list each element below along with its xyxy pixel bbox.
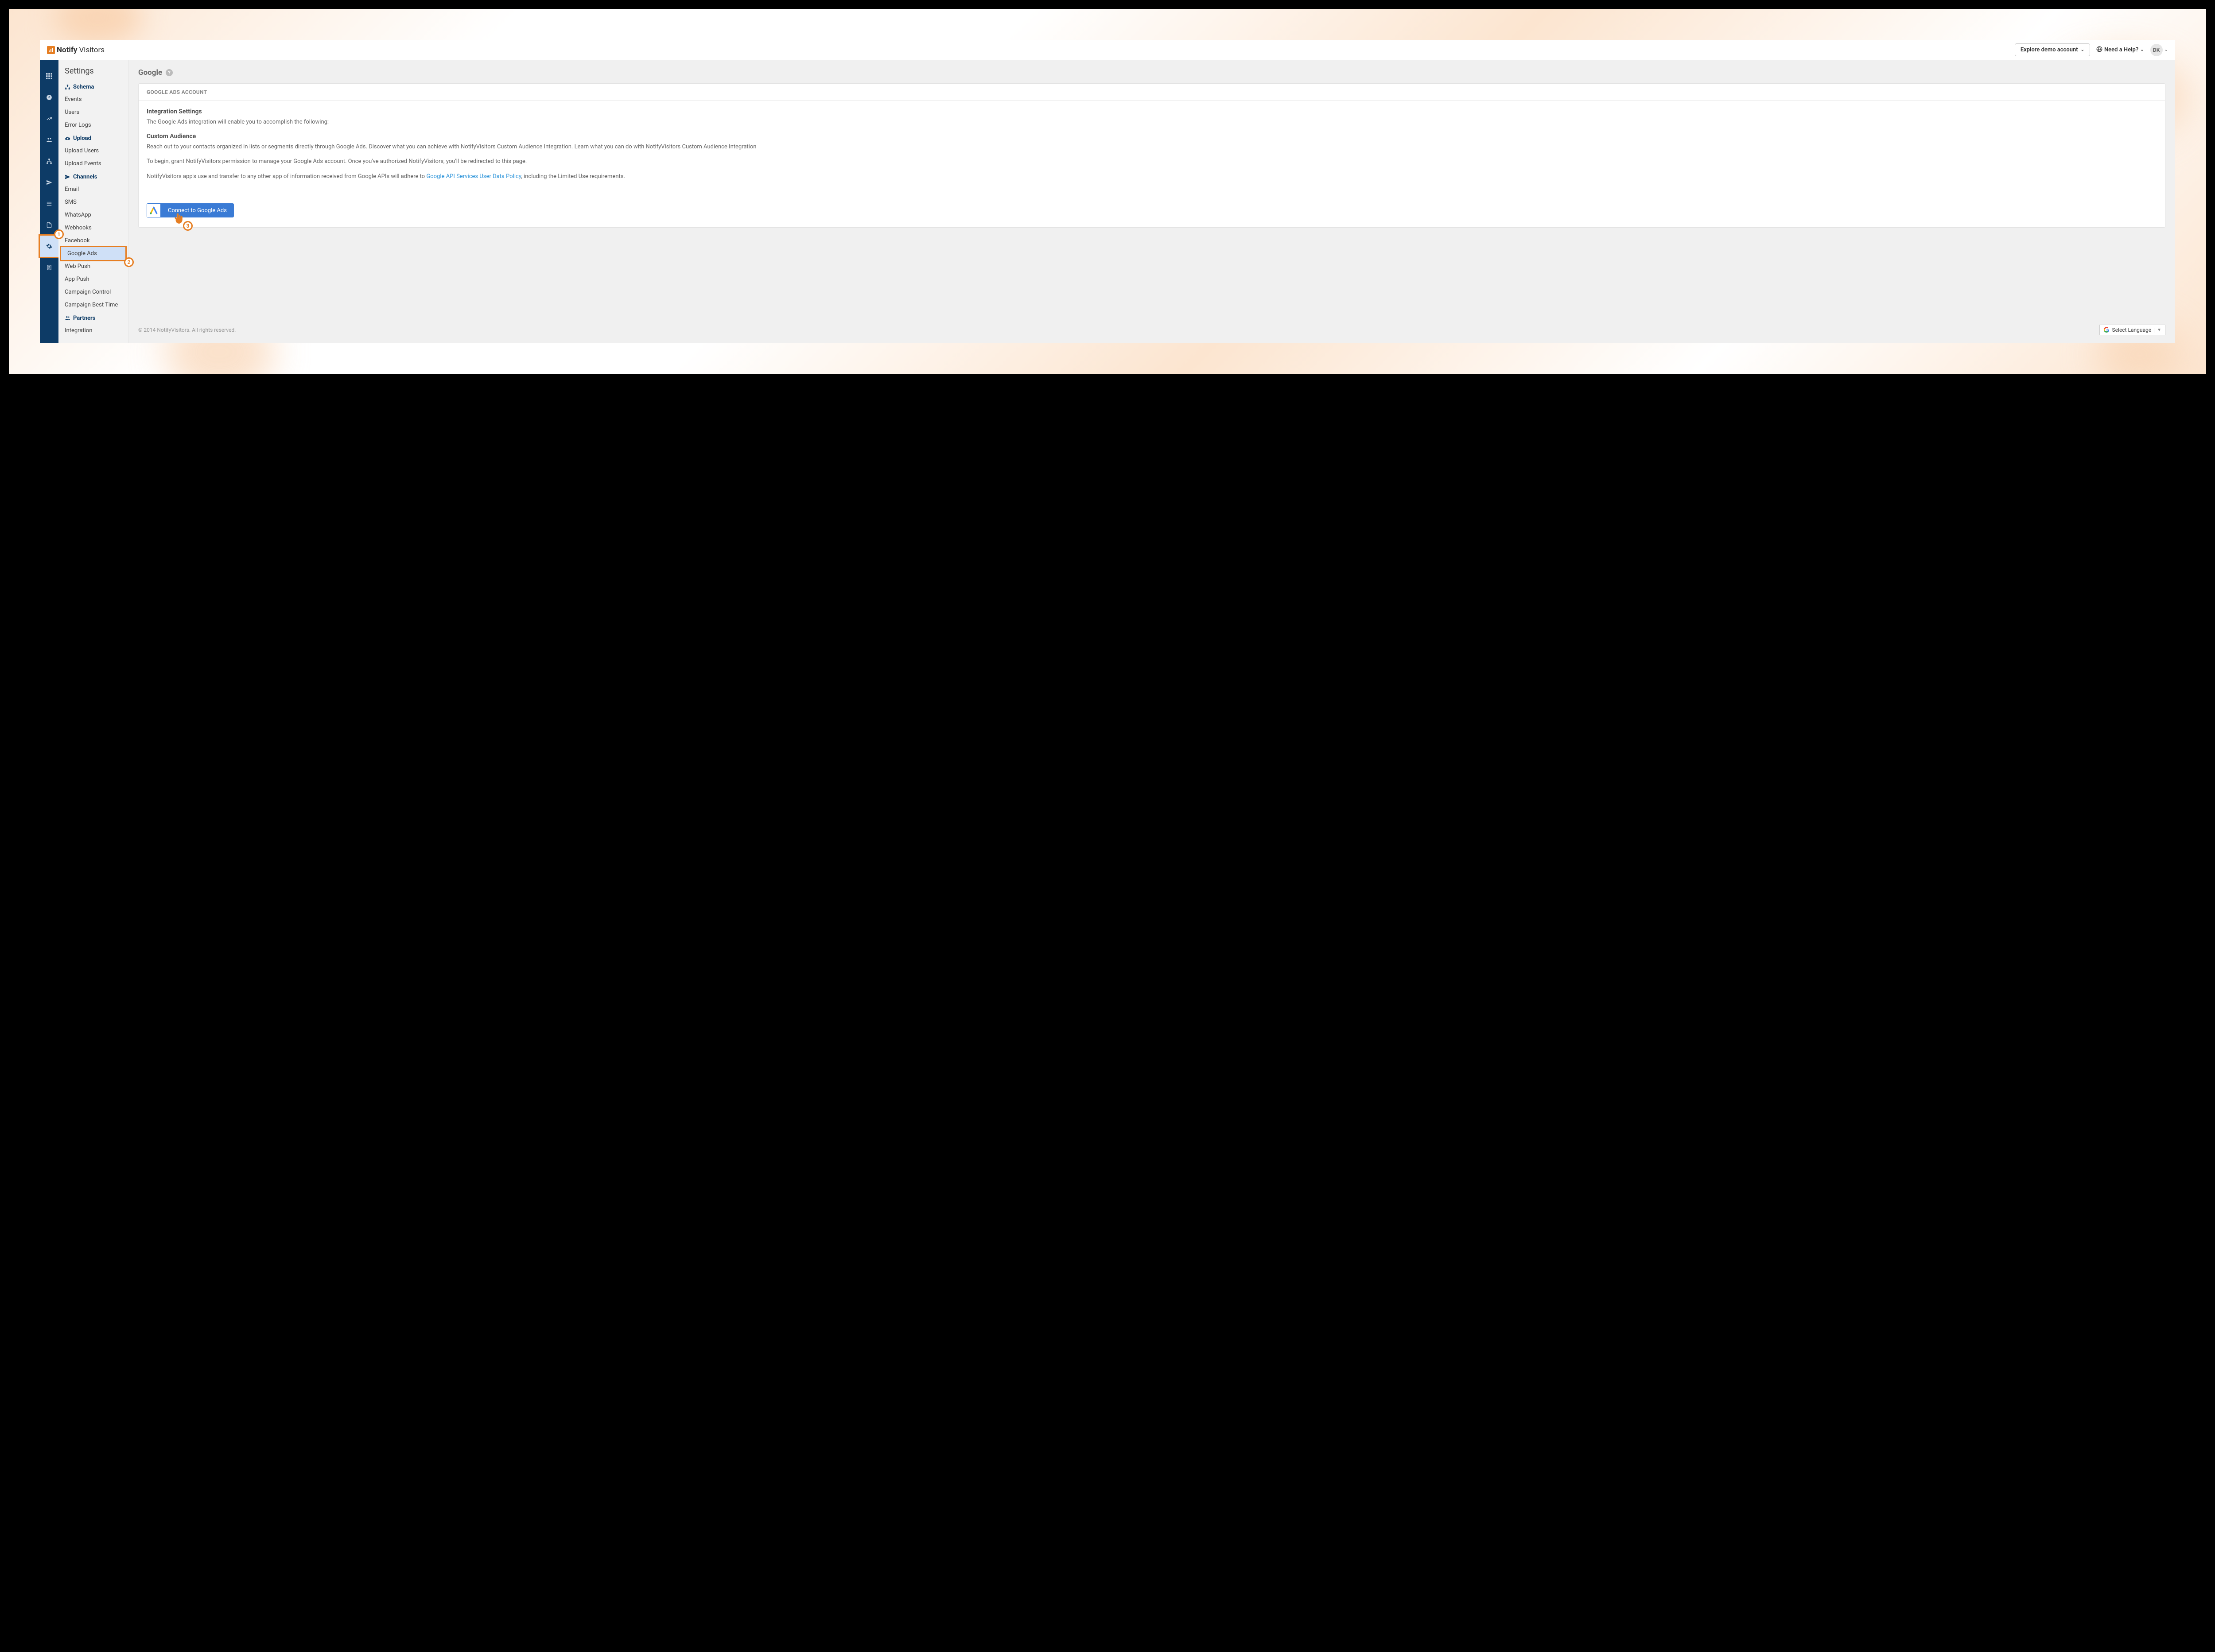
sidebar-item-google-ads[interactable]: Google Ads [61, 247, 125, 260]
callout-2: 2 [124, 257, 134, 267]
rail-settings-icon[interactable]: 1 [40, 236, 58, 257]
section-label: Upload [73, 135, 91, 142]
integration-intro-text: The Google Ads integration will enable y… [147, 118, 2157, 127]
connect-google-ads-button[interactable]: Connect to Google Ads [147, 203, 234, 217]
sidebar-item-error-logs[interactable]: Error Logs [58, 119, 128, 132]
rail-list-icon[interactable] [40, 193, 58, 214]
sidebar-title: Settings [58, 66, 128, 80]
sidebar-item-whatsapp[interactable]: WhatsApp [58, 209, 128, 221]
avatar: DK [2150, 44, 2163, 56]
card-header: GOOGLE ADS ACCOUNT [139, 84, 2165, 101]
help-tooltip-icon[interactable]: ? [166, 69, 173, 76]
help-label: Need a Help? [2104, 47, 2138, 53]
google-ads-icon [147, 203, 161, 217]
section-label: Partners [73, 315, 96, 322]
logo-text-light: Visitors [79, 46, 105, 54]
body: 1 Settings Schema Events Users Error Log… [40, 60, 2175, 343]
google-ads-card: GOOGLE ADS ACCOUNT Integration Settings … [138, 83, 2165, 228]
copyright-text: © 2014 NotifyVisitors. All rights reserv… [138, 327, 236, 333]
policy-post: , including the Limited Use requirements… [521, 173, 625, 180]
logo-text-bold: Notify [57, 46, 77, 54]
section-label: Channels [73, 174, 97, 180]
icon-rail: 1 [40, 60, 58, 343]
hand-pointer-icon [172, 213, 184, 227]
connect-label: Connect to Google Ads [161, 207, 234, 214]
rail-analytics-icon[interactable] [40, 108, 58, 129]
policy-link[interactable]: Google API Services User Data Policy [426, 173, 521, 180]
sidebar-item-facebook[interactable]: Facebook [58, 234, 128, 247]
logo[interactable]: NotifyVisitors [47, 46, 105, 54]
language-selector[interactable]: Select Language ▼ [2099, 325, 2165, 335]
need-help-link[interactable]: Need a Help? ⌄ [2096, 46, 2144, 54]
page-title: Google ? [138, 68, 2165, 77]
settings-sidebar: Settings Schema Events Users Error Logs … [58, 60, 128, 343]
explore-label: Explore demo account [2021, 47, 2078, 53]
begin-text: To begin, grant NotifyVisitors permissio… [147, 157, 2157, 166]
sidebar-item-events[interactable]: Events [58, 93, 128, 106]
custom-audience-heading: Custom Audience [147, 133, 2157, 140]
sidebar-item-users[interactable]: Users [58, 106, 128, 119]
sidebar-item-campaign-best-time[interactable]: Campaign Best Time [58, 299, 128, 311]
callout-1: 1 [54, 229, 64, 239]
google-g-icon [2103, 327, 2110, 333]
footer: © 2014 NotifyVisitors. All rights reserv… [138, 298, 2165, 335]
main-content: Google ? GOOGLE ADS ACCOUNT Integration … [128, 60, 2175, 343]
callout-3: 3 [183, 221, 193, 231]
integration-settings-heading: Integration Settings [147, 108, 2157, 115]
rail-sitemap-icon[interactable] [40, 151, 58, 172]
sidebar-section-upload[interactable]: Upload [58, 132, 128, 144]
rail-grid-icon[interactable] [40, 66, 58, 87]
logo-chart-icon [47, 46, 55, 54]
sidebar-item-integration[interactable]: Integration [58, 324, 128, 337]
rail-users-icon[interactable] [40, 129, 58, 151]
policy-text: NotifyVisitors app's use and transfer to… [147, 172, 2157, 181]
chevron-down-icon: ⌄ [2164, 47, 2168, 52]
rail-dashboard-icon[interactable] [40, 87, 58, 108]
language-label: Select Language [2112, 327, 2152, 333]
sidebar-item-webhooks[interactable]: Webhooks [58, 221, 128, 234]
sidebar-item-upload-events[interactable]: Upload Events [58, 157, 128, 170]
app-window: NotifyVisitors Explore demo account ⌄ Ne… [40, 40, 2175, 343]
explore-demo-button[interactable]: Explore demo account ⌄ [2015, 43, 2090, 56]
sidebar-item-app-push[interactable]: App Push [58, 273, 128, 286]
topbar: NotifyVisitors Explore demo account ⌄ Ne… [40, 40, 2175, 60]
user-menu[interactable]: DK ⌄ [2150, 44, 2168, 56]
chevron-down-icon: ⌄ [2140, 47, 2144, 52]
sidebar-item-sms[interactable]: SMS [58, 196, 128, 209]
sidebar-section-schema[interactable]: Schema [58, 80, 128, 93]
rail-notes-icon[interactable] [40, 257, 58, 278]
sidebar-item-web-push[interactable]: Web Push [58, 260, 128, 273]
policy-pre: NotifyVisitors app's use and transfer to… [147, 173, 426, 180]
page-title-text: Google [138, 68, 162, 77]
sidebar-item-campaign-control[interactable]: Campaign Control [58, 286, 128, 299]
sidebar-section-channels[interactable]: Channels [58, 170, 128, 183]
sidebar-section-partners[interactable]: Partners [58, 311, 128, 324]
chevron-down-icon: ⌄ [2081, 47, 2084, 52]
rail-send-icon[interactable] [40, 172, 58, 193]
sidebar-item-email[interactable]: Email [58, 183, 128, 196]
sidebar-item-upload-users[interactable]: Upload Users [58, 144, 128, 157]
globe-help-icon [2096, 46, 2102, 54]
custom-audience-text: Reach out to your contacts organized in … [147, 143, 2157, 151]
section-label: Schema [73, 84, 94, 90]
dropdown-arrow-icon: ▼ [2154, 328, 2161, 333]
